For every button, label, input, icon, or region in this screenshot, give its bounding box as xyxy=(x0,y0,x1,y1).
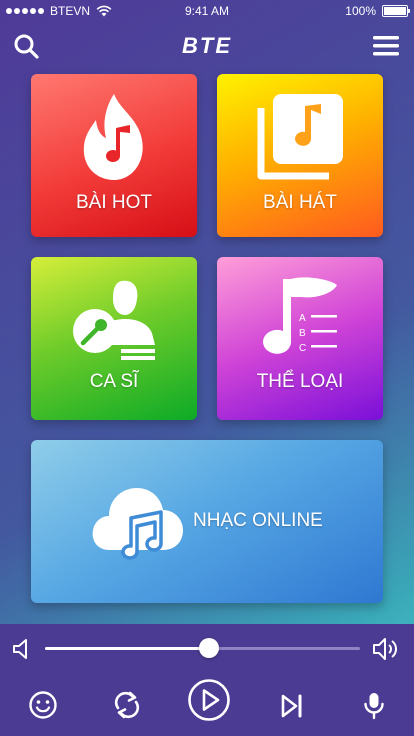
status-right: 100% xyxy=(345,4,410,18)
menu-button[interactable] xyxy=(372,33,400,59)
battery-icon xyxy=(382,5,410,17)
volume-high-icon[interactable] xyxy=(372,636,400,662)
music-list-icon: A B C xyxy=(263,277,337,354)
app-logo: BTE xyxy=(182,33,232,58)
microphone-icon xyxy=(364,693,384,720)
singer-microphone-icon xyxy=(73,280,155,360)
music-album-icon xyxy=(257,94,343,180)
tile-artists[interactable]: CA SĨ xyxy=(31,257,197,420)
skip-next-icon xyxy=(281,694,302,718)
volume-low-icon[interactable] xyxy=(12,638,32,660)
microphone-button[interactable] xyxy=(361,691,387,721)
tile-online-label: NHẠC ONLINE xyxy=(193,510,323,531)
svg-text:C: C xyxy=(299,343,306,354)
status-bar: BTEVN 9:41 AM 100% xyxy=(0,0,414,22)
tile-online-music[interactable]: NHẠC ONLINE xyxy=(31,440,383,603)
repeat-button[interactable] xyxy=(112,690,142,720)
tile-hot-songs[interactable]: BÀI HOT xyxy=(31,74,197,237)
battery-percent: 100% xyxy=(345,4,376,18)
app-header: BTE xyxy=(0,28,414,64)
tile-genres-label: THỂ LOẠI xyxy=(256,371,344,392)
tile-genres[interactable]: A B C THỂ LOẠI xyxy=(217,257,383,420)
hamburger-menu-icon xyxy=(373,36,399,56)
svg-text:A: A xyxy=(299,313,306,324)
fire-music-icon xyxy=(83,94,143,180)
tile-hot-label: BÀI HOT xyxy=(75,192,152,213)
volume-slider-fill xyxy=(45,647,209,650)
play-icon xyxy=(188,679,230,721)
tile-songs[interactable]: BÀI HÁT xyxy=(217,74,383,237)
tile-artists-label: CA SĨ xyxy=(89,371,139,392)
volume-slider-knob[interactable] xyxy=(198,638,219,658)
skip-next-button[interactable] xyxy=(278,692,306,720)
svg-text:B: B xyxy=(299,328,306,339)
tile-songs-label: BÀI HÁT xyxy=(263,192,337,213)
volume-slider[interactable] xyxy=(45,638,360,658)
emoji-icon xyxy=(29,691,57,719)
play-button[interactable] xyxy=(187,678,231,722)
repeat-icon xyxy=(114,691,140,719)
cloud-music-icon xyxy=(92,488,183,560)
player-bar xyxy=(0,624,414,736)
emoji-button[interactable] xyxy=(28,690,58,720)
